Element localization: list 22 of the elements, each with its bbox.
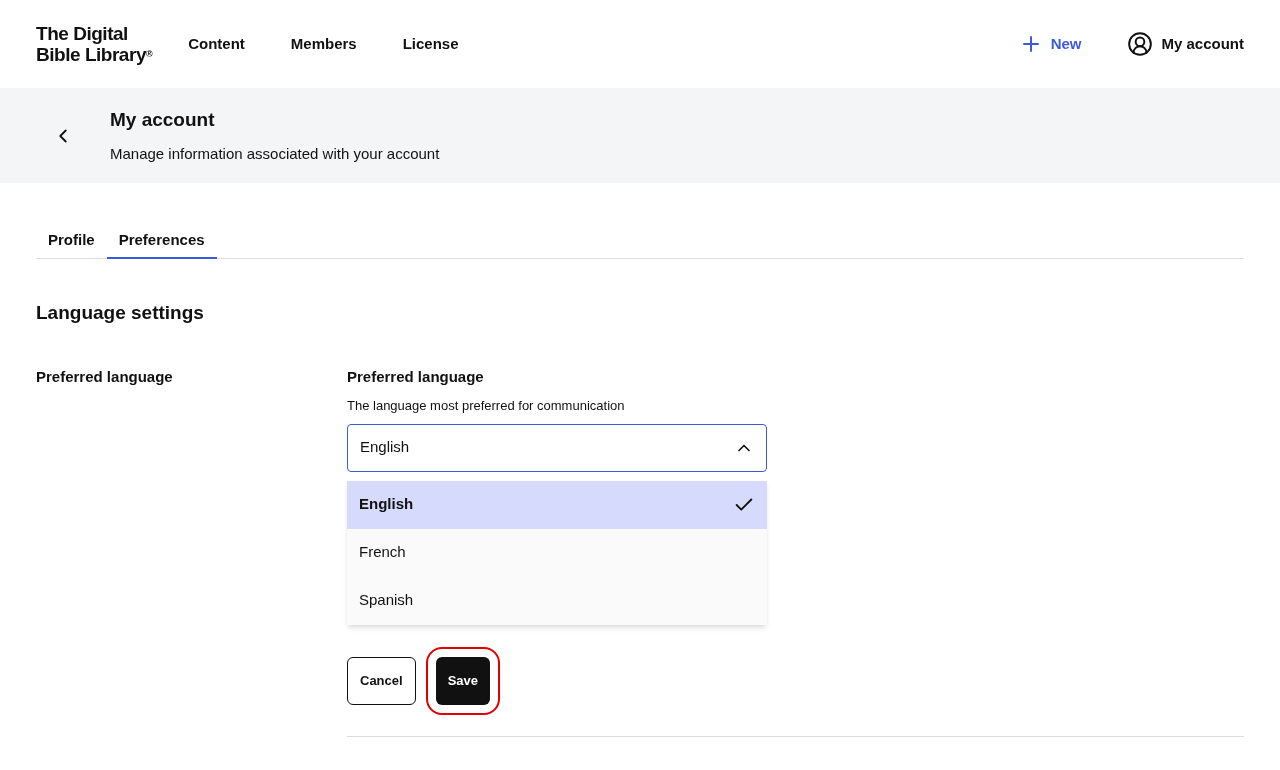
logo-text: Bible Library$^{®}$ — [36, 44, 153, 65]
language-select[interactable]: English — [347, 423, 767, 472]
nav-link[interactable]: Members — [290, 32, 357, 56]
save-button[interactable]: Save — [435, 656, 490, 705]
field-help: The language most preferred for communication — [347, 397, 626, 415]
account-button[interactable]: My account — [1127, 31, 1244, 57]
dropdown-option[interactable]: English — [347, 480, 767, 529]
tab[interactable]: Profile — [36, 223, 107, 259]
nav-link[interactable]: License — [402, 32, 459, 56]
user-icon — [1127, 31, 1154, 57]
page-title: My account — [110, 108, 216, 132]
page-subtitle: Manage information associated with your account — [110, 143, 440, 164]
cancel-button[interactable]: Cancel — [347, 656, 416, 705]
nav-link[interactable]: Content — [188, 32, 245, 56]
dropdown-option[interactable]: Spanish — [347, 576, 767, 625]
new-button[interactable]: New — [1018, 32, 1082, 56]
tab[interactable]: Preferences — [106, 223, 217, 259]
dropdown-option[interactable]: French — [347, 528, 767, 577]
field-label: Preferred language — [347, 366, 485, 387]
logo-text: The Digital — [36, 23, 129, 44]
section-title: Language settings — [36, 301, 205, 325]
setting-label: Preferred language — [36, 366, 174, 387]
